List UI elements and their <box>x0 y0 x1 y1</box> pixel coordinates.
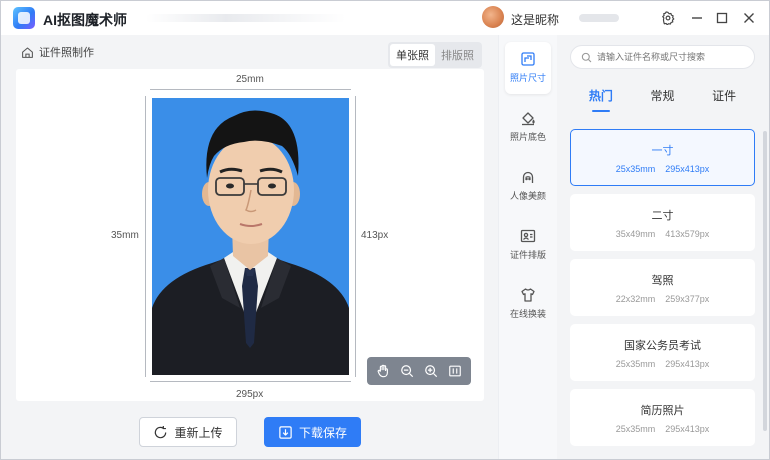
size-card-resume-photo[interactable]: 简历照片 25x35mm 295x413px <box>570 389 755 446</box>
maximize-button[interactable] <box>711 7 733 29</box>
size-card-one-inch[interactable]: 一寸 25x35mm 295x413px <box>570 129 755 186</box>
minimize-icon <box>692 17 702 19</box>
app-logo <box>13 7 35 29</box>
blurred-area <box>146 14 346 22</box>
size-name: 简历照片 <box>640 404 685 417</box>
size-card-two-inch[interactable]: 二寸 35x49mm 413x579px <box>570 194 755 251</box>
editor-panel: 证件照制作 单张照 排版照 25mm 35mm 413px 295px 重新上传… <box>1 35 498 459</box>
fit-screen-button[interactable] <box>446 362 464 380</box>
minimize-button[interactable] <box>686 7 708 29</box>
size-mm: 25x35mm <box>615 163 656 174</box>
settings-button[interactable] <box>657 7 679 29</box>
size-px: 295x413px <box>665 423 710 434</box>
close-button[interactable] <box>738 7 760 29</box>
tool-portrait-beauty[interactable]: 人像美颜 <box>505 160 551 212</box>
height-px-label: 413px <box>361 230 389 241</box>
height-guide-line <box>145 96 146 377</box>
app-title: AI抠图魔术师 <box>43 12 127 28</box>
size-list-scrollbar[interactable] <box>763 131 767 431</box>
photo-toolbar <box>367 357 471 385</box>
tab-certificate[interactable]: 证件 <box>712 87 736 112</box>
photo-canvas: 25mm 35mm 413px 295px <box>16 69 484 401</box>
user-nickname[interactable]: 这是昵称 <box>511 11 559 28</box>
fit-screen-icon <box>449 365 461 377</box>
portrait-image <box>152 110 349 375</box>
reupload-button[interactable]: 重新上传 <box>139 417 237 447</box>
size-specs: 25x35mm 295x413px <box>616 359 710 369</box>
size-px: 259x377px <box>665 293 710 304</box>
mode-tabs: 单张照 排版照 <box>388 42 482 68</box>
hand-icon <box>377 364 388 378</box>
tool-id-layout[interactable]: 证件排版 <box>505 219 551 271</box>
id-photo[interactable] <box>152 98 349 375</box>
search-icon <box>581 52 592 62</box>
size-name: 驾照 <box>651 274 674 287</box>
blurred-area <box>579 14 619 22</box>
category-tabs: 热门 常规 证件 <box>570 87 755 112</box>
tool-background-color[interactable]: 照片底色 <box>505 101 551 153</box>
width-mm-label: 25mm <box>236 74 264 85</box>
size-px: 295x413px <box>665 358 710 369</box>
size-mm: 35x49mm <box>615 228 656 239</box>
width-px-label: 295px <box>236 389 264 400</box>
zoom-in-icon <box>425 365 438 378</box>
gear-icon <box>662 11 675 25</box>
zoom-out-icon <box>401 365 414 378</box>
search-input[interactable] <box>597 52 747 62</box>
download-save-button[interactable]: 下载保存 <box>264 417 361 447</box>
width-px-guide-line <box>150 381 351 382</box>
refresh-icon <box>155 425 167 438</box>
download-label: 下载保存 <box>298 425 347 440</box>
home-icon <box>22 47 33 58</box>
tool-online-outfit[interactable]: 在线换装 <box>505 278 551 330</box>
height-mm-label: 35mm <box>111 230 139 241</box>
tab-hot[interactable]: 热门 <box>589 87 613 112</box>
drag-hand-button[interactable] <box>374 362 392 380</box>
tool-label: 证件排版 <box>509 250 546 260</box>
size-name: 国家公务员考试 <box>624 339 701 352</box>
size-card-driver-license[interactable]: 驾照 22x32mm 259x377px <box>570 259 755 316</box>
tool-label: 照片尺寸 <box>509 73 546 83</box>
breadcrumb-label: 证件照制作 <box>39 47 94 59</box>
tab-regular[interactable]: 常规 <box>650 87 674 112</box>
size-mm: 25x35mm <box>615 423 656 434</box>
zoom-in-button[interactable] <box>422 362 440 380</box>
size-px: 295x413px <box>665 163 710 174</box>
zoom-out-button[interactable] <box>398 362 416 380</box>
size-name: 一寸 <box>651 144 674 157</box>
paint-bucket-icon <box>522 112 535 126</box>
id-layout-icon <box>520 229 536 243</box>
tool-label: 人像美颜 <box>509 191 546 201</box>
avatar[interactable] <box>482 6 504 28</box>
tool-sidebar: 照片尺寸 照片底色 人像美颜 证件排版 在线换装 <box>498 35 557 459</box>
reupload-label: 重新上传 <box>174 425 223 440</box>
size-specs: 25x35mm 295x413px <box>616 424 710 434</box>
close-icon <box>744 13 754 23</box>
size-specs: 35x49mm 413x579px <box>616 229 710 239</box>
clothes-icon <box>521 288 535 302</box>
tool-photo-size[interactable]: 照片尺寸 <box>505 42 551 94</box>
breadcrumb[interactable]: 证件照制作 <box>21 44 94 60</box>
size-mm: 22x32mm <box>615 293 656 304</box>
tab-single-photo[interactable]: 单张照 <box>390 44 435 66</box>
tool-label: 照片底色 <box>509 132 546 142</box>
size-panel: 热门 常规 证件 一寸 25x35mm 295x413px 二寸 35x49mm 4… <box>557 35 769 459</box>
size-name: 二寸 <box>651 209 674 222</box>
width-guide-line <box>150 89 351 90</box>
maximize-icon <box>716 12 728 24</box>
search-box[interactable] <box>570 45 755 69</box>
size-mm: 25x35mm <box>615 358 656 369</box>
tool-label: 在线换装 <box>509 309 546 319</box>
face-beauty-icon <box>522 171 534 183</box>
tab-layout-photo[interactable]: 排版照 <box>435 44 480 66</box>
height-px-guide-line <box>355 96 356 377</box>
size-specs: 25x35mm 295x413px <box>616 164 710 174</box>
photo-size-icon <box>521 52 535 66</box>
size-px: 413x579px <box>665 228 710 239</box>
size-list: 一寸 25x35mm 295x413px 二寸 35x49mm 413x579px … <box>570 129 755 454</box>
size-specs: 22x32mm 259x377px <box>616 294 710 304</box>
title-bar: AI抠图魔术师 这是昵称 <box>1 1 769 35</box>
download-icon <box>279 425 292 439</box>
size-card-civil-service-exam[interactable]: 国家公务员考试 25x35mm 295x413px <box>570 324 755 381</box>
